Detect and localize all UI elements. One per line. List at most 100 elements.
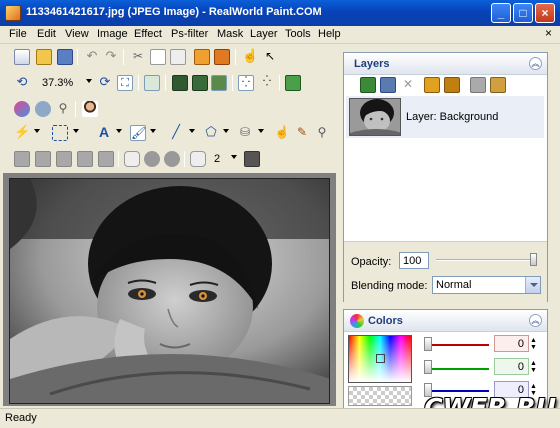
- green-spin-icon[interactable]: ▲ ▼: [530, 360, 540, 374]
- line-width-dropdown-icon[interactable]: [231, 155, 237, 159]
- menu-view[interactable]: View: [65, 28, 89, 40]
- clone-icon[interactable]: ⚲: [314, 125, 330, 141]
- brush-icon[interactable]: 🖌: [130, 125, 146, 141]
- line-width-value[interactable]: 2: [214, 153, 220, 165]
- app-icon: [5, 5, 21, 21]
- menu-effect[interactable]: Effect: [134, 28, 162, 40]
- green-slider-thumb[interactable]: [424, 360, 432, 374]
- paste-icon[interactable]: [170, 49, 186, 65]
- corner-style-3-icon[interactable]: [164, 151, 180, 167]
- antialias-icon[interactable]: [244, 151, 260, 167]
- crop-icon[interactable]: [214, 49, 230, 65]
- corner-style-1-icon[interactable]: [124, 151, 140, 167]
- status-bar: Ready: [0, 408, 560, 428]
- colors-collapse-icon[interactable]: ︽: [529, 314, 542, 327]
- color-swatch-strip[interactable]: [348, 386, 412, 406]
- close-button[interactable]: ×: [535, 3, 555, 23]
- film-icon[interactable]: [172, 75, 188, 91]
- pencil-icon[interactable]: ✎: [294, 125, 310, 141]
- brush-shape-icon[interactable]: [190, 151, 206, 167]
- opacity-slider-thumb[interactable]: [530, 253, 537, 266]
- line-tool-icon[interactable]: ╱: [168, 125, 184, 141]
- photo-image[interactable]: [9, 178, 330, 404]
- open-folder-icon[interactable]: [36, 49, 52, 65]
- zoom-in-icon[interactable]: ⟳: [97, 75, 113, 91]
- opacity-input[interactable]: 100: [399, 252, 429, 269]
- color-picker-icon[interactable]: [14, 101, 30, 117]
- save-icon[interactable]: [57, 49, 73, 65]
- layer-name: Layer: Background: [406, 111, 499, 123]
- menu-mask[interactable]: Mask: [217, 28, 243, 40]
- shape-style-3-icon[interactable]: [56, 151, 72, 167]
- redo-icon[interactable]: ↷: [103, 49, 119, 65]
- guides-icon[interactable]: ⁛: [259, 75, 275, 91]
- undo-icon[interactable]: ↶: [84, 49, 100, 65]
- document-close-icon[interactable]: ×: [542, 27, 555, 40]
- menu-help[interactable]: Help: [318, 28, 341, 40]
- red-value-input[interactable]: 0: [494, 335, 529, 352]
- hand-icon[interactable]: ☝: [242, 49, 258, 65]
- eyedropper-icon[interactable]: ⚲: [55, 101, 71, 117]
- menu-ps-filter[interactable]: Ps-filter: [171, 28, 208, 40]
- rect-select-icon[interactable]: [52, 125, 68, 141]
- color-spectrum[interactable]: [348, 335, 412, 383]
- layer-properties-icon[interactable]: [380, 77, 396, 93]
- toolbar-tools: ⚡ A 🖌 ╱ ⬠ ⛁ ☝ ✎ ⚲: [2, 122, 332, 144]
- paste-new-icon[interactable]: [194, 49, 210, 65]
- finger-tool-icon[interactable]: ☝: [274, 125, 290, 141]
- menu-layer[interactable]: Layer: [250, 28, 278, 40]
- blending-mode-label: Blending mode:: [351, 280, 428, 292]
- color-spectrum-cursor[interactable]: [376, 354, 385, 363]
- red-slider-thumb[interactable]: [424, 337, 432, 351]
- red-spin-icon[interactable]: ▲ ▼: [530, 337, 540, 351]
- zoom-dropdown-icon[interactable]: [86, 79, 92, 83]
- polygon-tool-icon[interactable]: ⬠: [203, 125, 219, 141]
- user-icon[interactable]: [82, 101, 98, 117]
- menu-image[interactable]: Image: [97, 28, 128, 40]
- opacity-slider[interactable]: [436, 259, 536, 261]
- delete-layer-icon[interactable]: ✕: [400, 77, 416, 93]
- menu-edit[interactable]: Edit: [37, 28, 56, 40]
- zoom-level[interactable]: 37.3%: [42, 77, 73, 89]
- layer-up-icon[interactable]: [424, 77, 440, 93]
- shape-style-4-icon[interactable]: [77, 151, 93, 167]
- green-channel-slider[interactable]: [429, 368, 489, 370]
- green-value-input[interactable]: 0: [494, 358, 529, 375]
- corner-style-2-icon[interactable]: [144, 151, 160, 167]
- chevron-down-icon[interactable]: [525, 277, 540, 293]
- shape-style-2-icon[interactable]: [35, 151, 51, 167]
- canvas-area[interactable]: [3, 173, 336, 406]
- zoom-out-icon[interactable]: ⟲: [14, 75, 30, 91]
- view-icon[interactable]: [144, 75, 160, 91]
- magic-wand-icon[interactable]: ⚡: [14, 125, 30, 141]
- shape-style-5-icon[interactable]: [98, 151, 114, 167]
- maximize-button[interactable]: □: [513, 3, 533, 23]
- grid-icon[interactable]: ⁛: [238, 75, 254, 91]
- cut-icon[interactable]: ✂: [130, 49, 146, 65]
- collapse-icon[interactable]: ︽: [529, 57, 542, 70]
- layer-style-icon[interactable]: [490, 77, 506, 93]
- layer-item-background[interactable]: Layer: Background: [346, 96, 544, 138]
- fit-window-icon[interactable]: ⛶: [117, 75, 133, 91]
- layer-down-icon[interactable]: [444, 77, 460, 93]
- fill-bucket-icon[interactable]: ⛁: [237, 125, 253, 141]
- red-channel-slider[interactable]: [429, 344, 489, 346]
- text-tool-icon[interactable]: A: [96, 125, 112, 141]
- menu-file[interactable]: File: [9, 28, 27, 40]
- picture-icon[interactable]: [211, 75, 227, 91]
- copy-icon[interactable]: [150, 49, 166, 65]
- new-icon[interactable]: [14, 49, 30, 65]
- menu-tools[interactable]: Tools: [285, 28, 311, 40]
- pointer-icon[interactable]: ↖: [262, 49, 278, 65]
- stamp-icon[interactable]: [35, 101, 51, 117]
- merge-layer-icon[interactable]: [470, 77, 486, 93]
- layers-panel: Layers ︽ ✕ Layer: Background Opacity: 10…: [343, 52, 548, 302]
- new-layer-icon[interactable]: [360, 77, 376, 93]
- shape-style-1-icon[interactable]: [14, 151, 30, 167]
- toolbar-shape-options: 2: [2, 148, 332, 170]
- minimize-button[interactable]: _: [491, 3, 511, 23]
- filmstrip-icon[interactable]: [192, 75, 208, 91]
- resize-icon[interactable]: [285, 75, 301, 91]
- blending-mode-select[interactable]: Normal: [432, 276, 541, 294]
- toolbar-view: ⟲ 37.3% ⟳ ⛶ ⁛ ⁛: [2, 72, 332, 94]
